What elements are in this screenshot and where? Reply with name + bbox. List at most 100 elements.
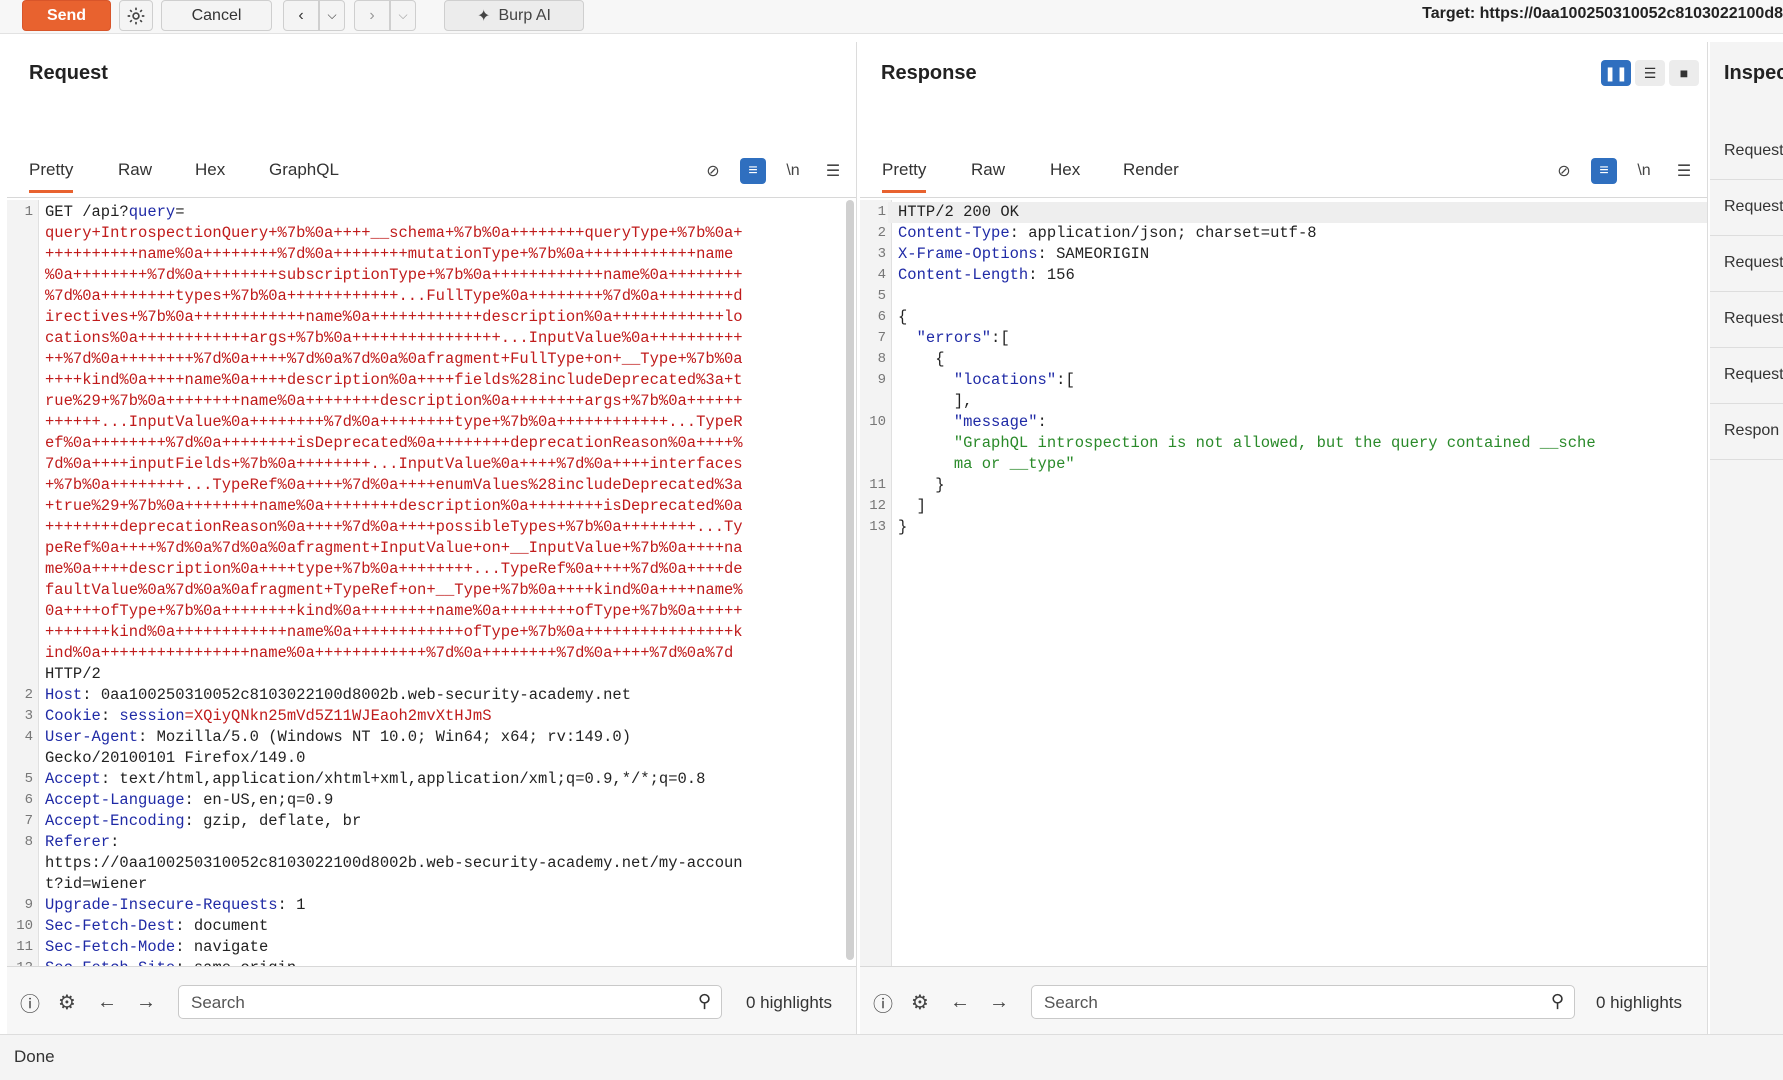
code-token: : text/html,application/xhtml+xml,applic… xyxy=(100,770,706,788)
chevron-right-icon: › xyxy=(369,6,375,24)
code-token: session xyxy=(119,707,185,725)
line-number xyxy=(7,559,35,580)
code-text: Upgrade-Insecure-Requests: 1 xyxy=(35,895,856,916)
code-line: 12 ] xyxy=(860,496,1707,517)
split-horizontal-icon[interactable]: ☰ xyxy=(1635,60,1665,86)
code-line: 1 HTTP/2 200 OK xyxy=(860,202,1707,223)
code-line: ++++kind%0a++++name%0a++++description%0a… xyxy=(7,370,856,391)
history-forward-button[interactable]: › xyxy=(354,0,390,31)
code-token: +true%29+%7b%0a++++++++name%0a++++++++de… xyxy=(45,497,743,515)
code-token: Accept-Encoding xyxy=(45,812,185,830)
search-icon: ⚲ xyxy=(1550,991,1564,1011)
arrow-right-icon[interactable]: → xyxy=(131,987,161,1017)
code-token: : gzip, deflate, br xyxy=(184,812,362,830)
vertical-scrollbar[interactable] xyxy=(846,200,854,960)
tab-hex[interactable]: Hex xyxy=(195,160,225,190)
search-input[interactable]: Search ⚲ xyxy=(178,985,722,1019)
code-line: +%7b%0a++++++++...TypeRef%0a++++%7d%0a++… xyxy=(7,475,856,496)
line-number xyxy=(7,244,35,265)
code-line: 13} xyxy=(860,517,1707,538)
send-button[interactable]: Send xyxy=(22,0,111,31)
hide-nonprintable-icon[interactable]: ⊘ xyxy=(700,158,726,184)
line-number: 13 xyxy=(869,519,886,535)
tab-pretty[interactable]: Pretty xyxy=(882,160,927,193)
target-url[interactable]: Target: https://0aa100250310052c81030221… xyxy=(1422,5,1783,23)
line-number xyxy=(7,622,35,643)
tab-raw[interactable]: Raw xyxy=(118,160,152,190)
request-title: Request xyxy=(29,62,108,84)
code-token: : SAMEORIGIN xyxy=(1037,245,1150,263)
code-line: 10 "message": xyxy=(860,412,1707,433)
code-token: { xyxy=(898,350,945,368)
request-editor-tools: ⊘ ≡ \n ☰ xyxy=(700,158,846,184)
inspector-item[interactable]: Request xyxy=(1710,124,1783,180)
newline-icon[interactable]: \n xyxy=(780,158,806,184)
chevron-down-icon: ⌵ xyxy=(327,8,337,22)
history-back-dropdown[interactable]: ⌵ xyxy=(319,0,345,31)
newline-icon[interactable]: \n xyxy=(1631,158,1657,184)
line-number: 3 xyxy=(24,708,33,724)
history-back-button[interactable]: ‹ xyxy=(283,0,319,31)
help-icon[interactable]: ⓘ xyxy=(15,987,45,1017)
code-line: rue%29+%7b%0a++++++++name%0a++++++++desc… xyxy=(7,391,856,412)
line-number xyxy=(7,538,35,559)
burp-ai-button[interactable]: ✦ Burp AI xyxy=(444,0,584,31)
code-token: cations%0a++++++++++++args+%7b%0a+++++++… xyxy=(45,329,743,347)
code-text: +true%29+%7b%0a++++++++name%0a++++++++de… xyxy=(35,496,856,517)
history-forward-dropdown[interactable]: ⌵ xyxy=(390,0,416,31)
inspector-item[interactable]: Respon xyxy=(1710,404,1783,460)
arrow-left-icon[interactable]: ← xyxy=(945,987,975,1017)
wrap-lines-icon[interactable]: ≡ xyxy=(1591,158,1617,184)
code-text: me%0a++++description%0a++++type+%7b%0a++… xyxy=(35,559,856,580)
line-number: 5 xyxy=(24,771,33,787)
cancel-button[interactable]: Cancel xyxy=(161,0,272,31)
wrap-lines-icon[interactable]: ≡ xyxy=(740,158,766,184)
code-token: : application/json; charset=utf-8 xyxy=(1009,224,1317,242)
request-editor[interactable]: 1 GET /api?query= query+IntrospectionQuery… xyxy=(7,200,856,1006)
line-number: 10 xyxy=(16,918,33,934)
line-number xyxy=(7,517,35,538)
search-input[interactable]: Search ⚲ xyxy=(1031,985,1575,1019)
tab-pretty[interactable]: Pretty xyxy=(29,160,74,193)
gear-icon[interactable]: ⚙ xyxy=(905,987,935,1017)
inspector-item[interactable]: Request xyxy=(1710,180,1783,236)
tab-graphql[interactable]: GraphQL xyxy=(269,160,339,190)
code-token: faultValue%0a%7d%0a%0afragment+TypeRef+o… xyxy=(45,581,743,599)
inspector-item[interactable]: Request xyxy=(1710,236,1783,292)
code-token: ] xyxy=(898,497,926,515)
code-line: cations%0a++++++++++++args+%7b%0a+++++++… xyxy=(7,328,856,349)
line-number: 11 xyxy=(16,939,33,955)
response-editor[interactable]: 1 HTTP/2 200 OK 2 Content-Type: application… xyxy=(860,200,1707,1006)
inspector-item[interactable]: Request xyxy=(1710,292,1783,348)
code-text: +%7b%0a++++++++...TypeRef%0a++++%7d%0a++… xyxy=(35,475,856,496)
code-text: t?id=wiener xyxy=(35,874,856,895)
tab-render[interactable]: Render xyxy=(1123,160,1179,190)
single-pane-icon[interactable]: ■ xyxy=(1669,60,1699,86)
code-line: 11 } xyxy=(860,475,1707,496)
code-line: 1 GET /api?query= xyxy=(7,202,856,223)
code-token: ef%0a++++++++%7d%0a++++++++isDeprecated%… xyxy=(45,434,743,452)
code-text: Accept: text/html,application/xhtml+xml,… xyxy=(35,769,856,790)
hide-nonprintable-icon[interactable]: ⊘ xyxy=(1551,158,1577,184)
code-token: "GraphQL introspection is not allowed, b… xyxy=(898,434,1596,452)
line-number: 1 xyxy=(877,204,886,220)
code-token: ma or __type" xyxy=(898,455,1075,473)
code-token: :[ xyxy=(1056,371,1075,389)
code-token: X-Frame-Options xyxy=(898,245,1038,263)
code-line: "GraphQL introspection is not allowed, b… xyxy=(860,433,1707,454)
gear-icon[interactable]: ⚙ xyxy=(52,987,82,1017)
arrow-right-icon[interactable]: → xyxy=(984,987,1014,1017)
menu-icon[interactable]: ☰ xyxy=(1671,158,1697,184)
menu-icon[interactable]: ☰ xyxy=(820,158,846,184)
tab-raw[interactable]: Raw xyxy=(971,160,1005,190)
tab-hex[interactable]: Hex xyxy=(1050,160,1080,190)
code-text: %7d%0a++++++++types+%7b%0a++++++++++++..… xyxy=(35,286,856,307)
line-number xyxy=(7,601,35,622)
inspector-item[interactable]: Request xyxy=(1710,348,1783,404)
code-line: 5 Accept: text/html,application/xhtml+xml… xyxy=(7,769,856,790)
settings-gear-button[interactable] xyxy=(119,0,153,31)
help-icon[interactable]: ⓘ xyxy=(868,987,898,1017)
arrow-left-icon[interactable]: ← xyxy=(92,987,122,1017)
line-number xyxy=(7,328,35,349)
split-vertical-icon[interactable]: ❚❚ xyxy=(1601,60,1631,86)
